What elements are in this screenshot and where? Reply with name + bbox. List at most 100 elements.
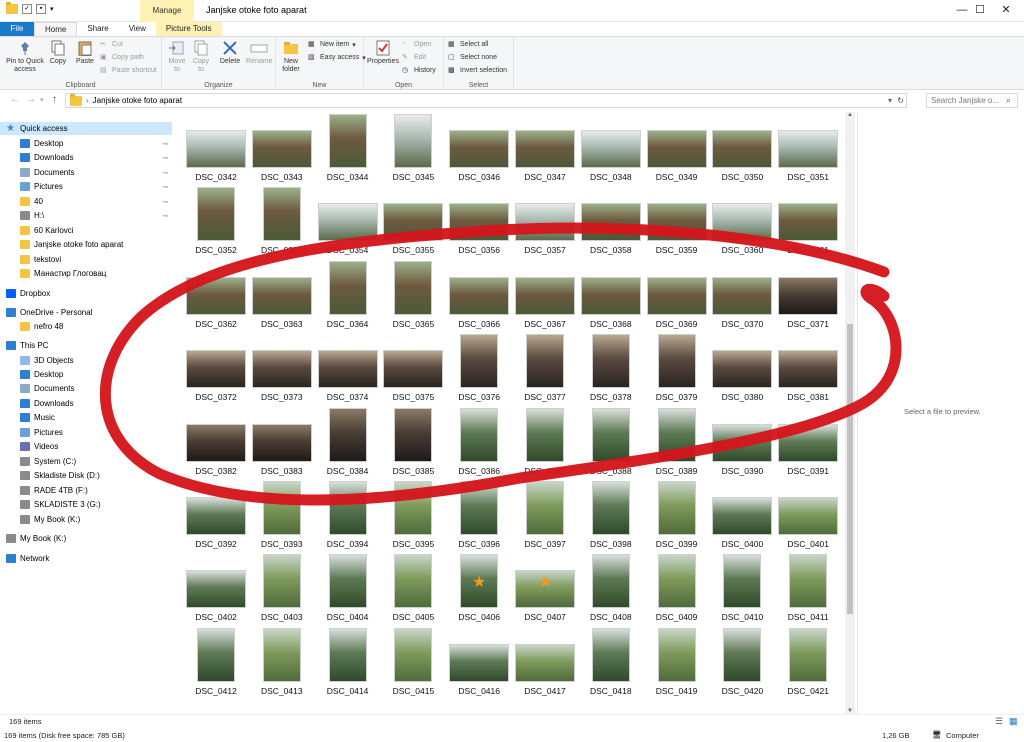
sidebar-item[interactable]: 60 Karlovci: [0, 224, 172, 237]
file-thumbnail[interactable]: DSC_0378: [579, 332, 643, 404]
address-dropdown-icon[interactable]: ▾: [888, 96, 892, 105]
tab-view[interactable]: View: [119, 22, 156, 36]
sidebar-item[interactable]: OneDrive - Personal: [0, 306, 172, 319]
file-thumbnail[interactable]: DSC_0374: [316, 332, 380, 404]
large-icons-view-icon[interactable]: ▦: [1009, 716, 1018, 727]
sidebar-item[interactable]: 40 ⊸: [0, 195, 172, 208]
file-thumbnail[interactable]: DSC_0371: [776, 259, 840, 331]
file-thumbnail[interactable]: DSC_0370: [710, 259, 774, 331]
recent-chevron-icon[interactable]: ▾: [40, 96, 44, 104]
easy-access-button[interactable]: ▧ Easy access ▾: [308, 53, 366, 62]
copy-button[interactable]: Copy: [48, 40, 68, 66]
copy-to-button[interactable]: Copy to: [190, 40, 212, 74]
delete-button[interactable]: Delete: [218, 40, 242, 66]
file-thumbnail[interactable]: DSC_0368: [579, 259, 643, 331]
sidebar-item[interactable]: Videos: [0, 440, 172, 453]
pin-icon[interactable]: ⊸: [162, 154, 168, 162]
move-to-button[interactable]: Move to: [166, 40, 188, 74]
file-thumbnail[interactable]: DSC_0342: [184, 112, 248, 184]
sidebar-item[interactable]: This PC: [0, 339, 172, 352]
properties-icon[interactable]: ✓: [22, 4, 32, 14]
sidebar-item[interactable]: SKLADISTE 3 (G:): [0, 498, 172, 511]
file-thumbnail[interactable]: DSC_0402: [184, 552, 248, 624]
sidebar-item[interactable]: Pictures: [0, 426, 172, 439]
file-thumbnail[interactable]: DSC_0410: [710, 552, 774, 624]
sidebar-item[interactable]: Downloads ⊸: [0, 151, 172, 164]
file-thumbnail[interactable]: DSC_0367: [513, 259, 577, 331]
sidebar-item[interactable]: Dropbox: [0, 287, 172, 300]
file-thumbnail[interactable]: DSC_0383: [250, 406, 314, 478]
tab-file[interactable]: File: [0, 22, 34, 36]
scrollbar-thumb[interactable]: [847, 324, 853, 614]
sidebar-item[interactable]: Documents: [0, 382, 172, 395]
file-thumbnail[interactable]: DSC_0347: [513, 112, 577, 184]
sidebar-item[interactable]: Манастир Глоговац: [0, 267, 172, 280]
file-thumbnail[interactable]: ★ DSC_0407: [513, 552, 577, 624]
sidebar-item[interactable]: Desktop: [0, 368, 172, 381]
file-thumbnail[interactable]: DSC_0377: [513, 332, 577, 404]
manage-contextual-tab[interactable]: Manage: [140, 0, 194, 22]
chevron-down-icon[interactable]: ▾: [50, 5, 54, 13]
sidebar-item[interactable]: Network: [0, 552, 172, 565]
file-thumbnail[interactable]: DSC_0369: [645, 259, 709, 331]
file-thumbnail[interactable]: DSC_0419: [645, 626, 709, 698]
history-button[interactable]: ◷ History: [402, 66, 436, 75]
select-all-button[interactable]: ▦ Select all: [448, 40, 488, 49]
file-thumbnail[interactable]: DSC_0416: [447, 626, 511, 698]
sidebar-item[interactable]: ★ Quick access: [0, 122, 172, 135]
file-thumbnail[interactable]: DSC_0375: [381, 332, 445, 404]
edit-button[interactable]: ✎ Edit: [402, 53, 426, 62]
new-folder-button[interactable]: New folder: [278, 40, 304, 74]
up-arrow-icon[interactable]: ↑: [52, 94, 57, 105]
pin-icon[interactable]: ⊸: [162, 198, 168, 206]
paste-button[interactable]: Paste: [72, 40, 98, 66]
file-thumbnail[interactable]: DSC_0394: [316, 479, 380, 551]
paste-shortcut-button[interactable]: ▤ Paste shortcut: [100, 66, 157, 75]
file-thumbnail[interactable]: DSC_0364: [316, 259, 380, 331]
file-thumbnail[interactable]: DSC_0380: [710, 332, 774, 404]
open-button[interactable]: ▫ Open: [402, 40, 431, 49]
file-thumbnail[interactable]: DSC_0361: [776, 185, 840, 257]
properties-button[interactable]: Properties: [366, 40, 400, 66]
sidebar-item[interactable]: Documents ⊸: [0, 166, 172, 179]
file-thumbnail[interactable]: DSC_0376: [447, 332, 511, 404]
new-folder-icon[interactable]: ▪: [36, 4, 46, 14]
file-thumbnail[interactable]: DSC_0392: [184, 479, 248, 551]
file-thumbnail[interactable]: DSC_0397: [513, 479, 577, 551]
details-view-icon[interactable]: ☰: [995, 716, 1003, 727]
file-thumbnail[interactable]: DSC_0414: [316, 626, 380, 698]
file-thumbnail[interactable]: DSC_0418: [579, 626, 643, 698]
file-thumbnail[interactable]: DSC_0403: [250, 552, 314, 624]
file-thumbnail[interactable]: DSC_0379: [645, 332, 709, 404]
file-thumbnail[interactable]: DSC_0421: [776, 626, 840, 698]
sidebar-item[interactable]: H:\ ⊸: [0, 209, 172, 222]
file-thumbnail[interactable]: DSC_0400: [710, 479, 774, 551]
file-thumbnail[interactable]: DSC_0413: [250, 626, 314, 698]
pin-icon[interactable]: ⊸: [162, 212, 168, 220]
file-thumbnail[interactable]: DSC_0366: [447, 259, 511, 331]
file-thumbnail[interactable]: DSC_0373: [250, 332, 314, 404]
refresh-icon[interactable]: ↻: [897, 96, 904, 105]
sidebar-item[interactable]: tekstovi: [0, 253, 172, 266]
file-thumbnail[interactable]: DSC_0401: [776, 479, 840, 551]
file-thumbnail[interactable]: DSC_0411: [776, 552, 840, 624]
file-thumbnail[interactable]: DSC_0399: [645, 479, 709, 551]
file-thumbnail[interactable]: DSC_0351: [776, 112, 840, 184]
file-thumbnail[interactable]: DSC_0349: [645, 112, 709, 184]
scroll-up-icon[interactable]: ▲: [847, 112, 853, 118]
file-thumbnail[interactable]: DSC_0355: [381, 185, 445, 257]
file-thumbnail[interactable]: DSC_0384: [316, 406, 380, 478]
file-thumbnail[interactable]: DSC_0396: [447, 479, 511, 551]
sidebar-item[interactable]: My Book (K:): [0, 532, 172, 545]
new-item-button[interactable]: ▦ New item ▾: [308, 40, 356, 49]
back-arrow-icon[interactable]: ←: [10, 94, 20, 105]
file-thumbnail[interactable]: DSC_0391: [776, 406, 840, 478]
file-thumbnail[interactable]: DSC_0353: [250, 185, 314, 257]
file-thumbnail[interactable]: DSC_0356: [447, 185, 511, 257]
address-box[interactable]: › Janjske otoke foto aparat ▾ ↻: [65, 93, 907, 108]
file-thumbnail[interactable]: DSC_0365: [381, 259, 445, 331]
sidebar-item[interactable]: My Book (K:): [0, 513, 172, 526]
file-thumbnail[interactable]: DSC_0348: [579, 112, 643, 184]
file-thumbnail[interactable]: DSC_0345: [381, 112, 445, 184]
file-thumbnail[interactable]: DSC_0363: [250, 259, 314, 331]
